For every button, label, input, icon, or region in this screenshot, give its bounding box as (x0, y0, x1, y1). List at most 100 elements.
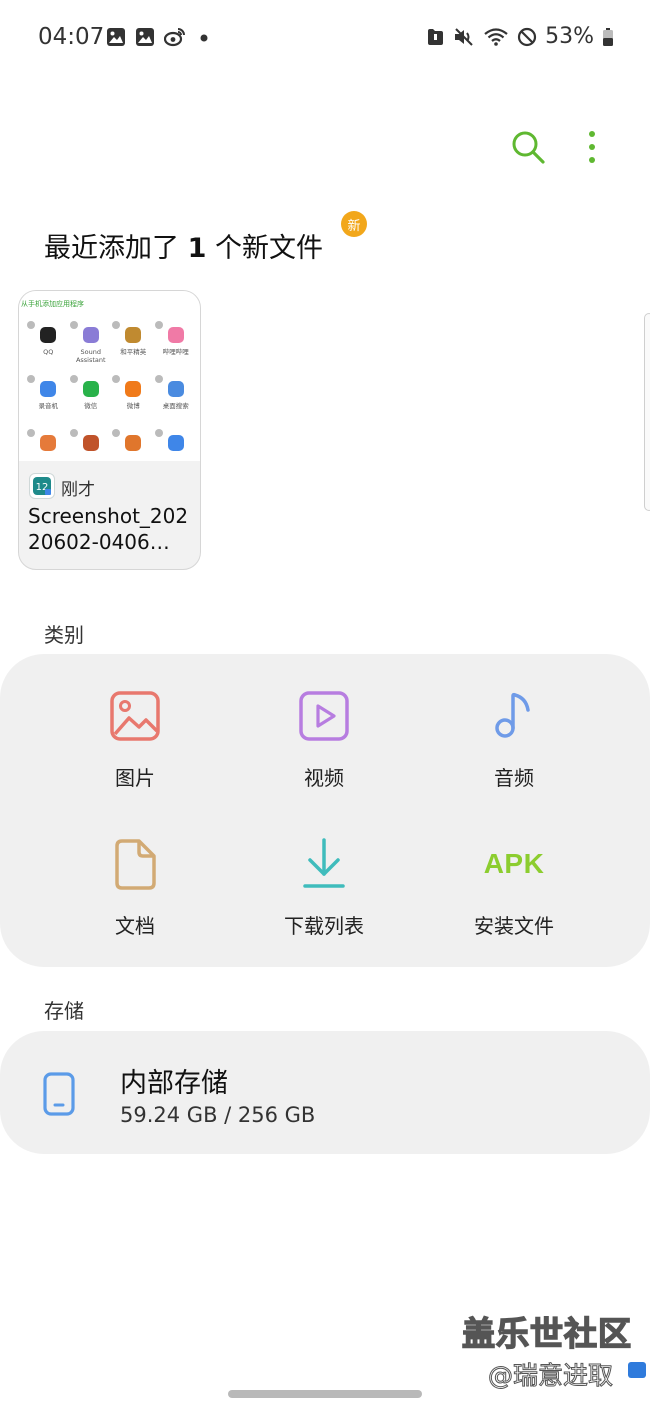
thumbnail-app: Sound Assistant (69, 319, 113, 367)
thumbnail-app-dot (69, 375, 78, 383)
thumbnail-app-label: 和平精英 (120, 348, 147, 356)
thumbnail-app-grid: QQ Sound Assistant 和平精英 哔哩哔哩录音机 微信 微博 桌面搜索 (27, 319, 197, 475)
category-label: 下载列表 (284, 914, 364, 938)
thumbnail-app-dot (27, 375, 35, 383)
thumbnail-app-icon (125, 381, 142, 397)
thumbnail-app-dot (154, 375, 163, 383)
download-icon (296, 836, 352, 892)
dot-indicator (200, 34, 208, 42)
thumbnail-app: 微博 (112, 373, 155, 421)
thumbnail-app-label: Sound Assistant (75, 348, 106, 364)
thumbnail-app-label: QQ (43, 348, 54, 356)
categories-title: 类别 (44, 623, 84, 647)
thumbnail-app-label: 桌面搜索 (162, 402, 189, 410)
recent-title-suffix: 个新文件 (214, 233, 323, 264)
thumbnail-app-label: 录音机 (38, 402, 59, 410)
storage-title: 存储 (44, 999, 84, 1023)
category-label: 视频 (304, 766, 344, 790)
music-note-icon (486, 688, 542, 744)
thumbnail-app-icon (82, 327, 99, 343)
phone-icon (42, 1071, 76, 1121)
category-label: 安装文件 (474, 914, 554, 938)
search-button[interactable] (506, 125, 550, 169)
navigation-gesture-bar[interactable] (228, 1390, 422, 1398)
thumbnail-app-dot (112, 321, 120, 329)
thumbnail-title: 从手机添加应用程序 (21, 300, 84, 308)
recent-file-card[interactable]: 从手机添加应用程序 QQ Sound Assistant 和平精英 哔哩哔哩录音机 微信… (18, 290, 201, 570)
watermark-badge (628, 1362, 646, 1378)
thumbnail-app-icon (82, 381, 99, 397)
video-icon (296, 688, 352, 744)
more-options-button[interactable] (570, 125, 614, 169)
gallery-notification-icon (136, 28, 154, 46)
category-audio[interactable]: 音频 (439, 686, 589, 806)
recent-count: 1 (187, 233, 207, 264)
category-videos[interactable]: 视频 (249, 686, 399, 806)
system-icons: 53% (425, 24, 614, 49)
thumbnail-app-label: 微信 (84, 402, 98, 410)
thumbnail-app-dot (154, 321, 163, 329)
apk-icon: APK (483, 836, 545, 892)
do-not-disturb-icon (517, 27, 537, 46)
thumbnail-app-dot (112, 375, 120, 383)
category-documents[interactable]: 文档 (60, 834, 210, 954)
thumbnail-app-dot (27, 429, 35, 437)
thumbnail-app-dot (69, 429, 78, 437)
thumbnail-app-icon (82, 435, 99, 451)
more-vertical-icon (589, 131, 595, 163)
thumbnail-app-icon (125, 327, 142, 343)
category-downloads[interactable]: 下载列表 (249, 834, 399, 954)
thumbnail-app-dot (112, 429, 120, 437)
category-images[interactable]: 图片 (60, 686, 210, 806)
thumbnail-app: 哔哩哔哩 (154, 319, 198, 367)
thumbnail-app-icon (167, 435, 184, 451)
gallery-notification-icon (107, 28, 125, 46)
file-time: 刚才 (61, 480, 95, 500)
thumbnail-app-icon (40, 381, 57, 397)
edge-panel-handle[interactable] (644, 313, 650, 511)
file-info: 12 刚才 Screenshot_20220602-0406… (19, 461, 200, 569)
notification-icons (106, 27, 211, 47)
thumbnail-app-icon (40, 435, 57, 451)
mute-icon (455, 27, 473, 46)
thumbnail-app: 桌面搜索 (154, 373, 198, 421)
category-installation-files[interactable]: APK 安装文件 (439, 834, 589, 954)
watermark-author: @瑞意进取 (487, 1361, 614, 1391)
categories-panel: 图片 视频 音频 文档 下载列表 APK 安装文件 (0, 654, 650, 967)
file-thumbnail: 从手机添加应用程序 QQ Sound Assistant 和平精英 哔哩哔哩录音机 微信… (19, 291, 200, 461)
sd-card-icon (428, 28, 444, 45)
thumbnail-app: 录音机 (27, 373, 70, 421)
status-time: 04:07 (38, 24, 105, 50)
screenshot-app-icon: 12 (29, 473, 55, 499)
thumbnail-app-icon (167, 327, 184, 343)
thumbnail-app-dot (154, 429, 163, 437)
internal-storage-item[interactable]: 内部存储 59.24 GB / 256 GB (0, 1031, 650, 1154)
status-bar: 04:07 53% (0, 0, 650, 76)
thumbnail-app-dot (27, 321, 35, 329)
storage-size: 59.24 GB / 256 GB (120, 1103, 316, 1127)
category-label: 文档 (115, 914, 155, 938)
thumbnail-app-icon (125, 435, 142, 451)
file-name: Screenshot_20220602-0406… (28, 504, 189, 554)
thumbnail-app-label: 哔哩哔哩 (162, 348, 189, 356)
storage-name: 内部存储 (120, 1068, 228, 1099)
thumbnail-app: 和平精英 (112, 319, 155, 367)
thumbnail-app-icon (167, 381, 184, 397)
category-label: 图片 (115, 766, 155, 790)
category-label: 音频 (494, 766, 534, 790)
document-icon (107, 836, 163, 892)
thumbnail-app: QQ (27, 319, 70, 367)
thumbnail-app-dot (69, 321, 78, 329)
battery-percent: 53% (545, 24, 594, 49)
thumbnail-app: 微信 (69, 373, 113, 421)
recent-files-title: 最近添加了 1 个新文件 (44, 226, 323, 265)
image-icon (107, 688, 163, 744)
apk-icon-text: APK (483, 848, 545, 879)
recent-title-prefix: 最近添加了 (44, 233, 179, 264)
battery-icon (603, 27, 613, 46)
thumbnail-app-label: 微博 (126, 402, 140, 410)
watermark-title: 盖乐世社区 (461, 1313, 632, 1354)
search-icon (512, 131, 545, 164)
new-badge: 新 (341, 211, 367, 237)
thumbnail-app-icon (40, 327, 57, 343)
